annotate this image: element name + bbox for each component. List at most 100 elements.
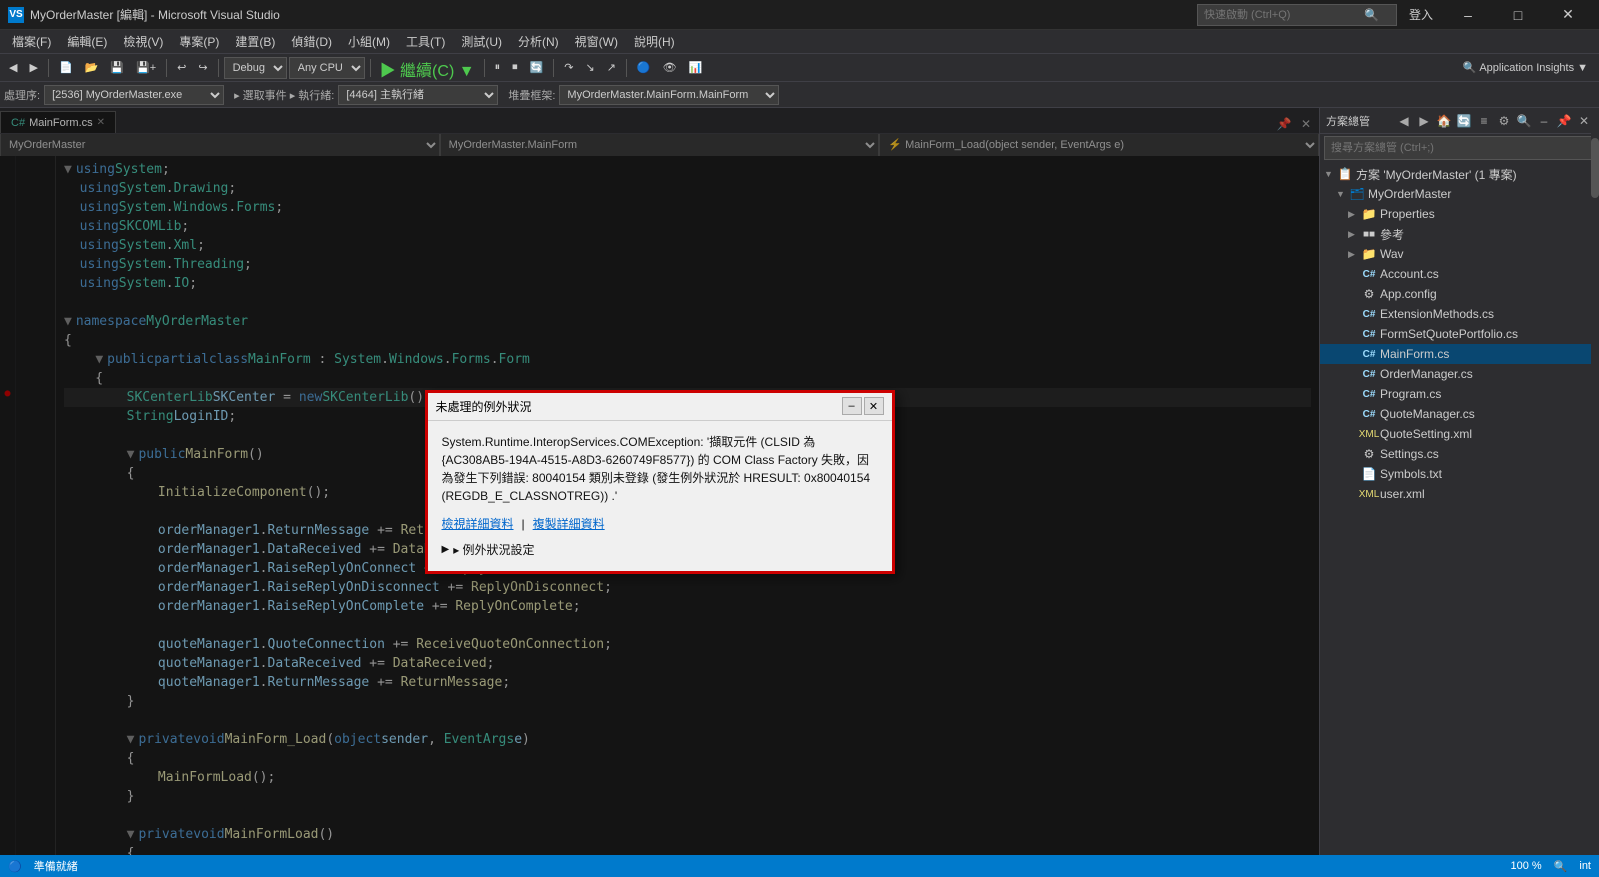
menu-help[interactable]: 說明(H)	[626, 30, 683, 54]
tree-app-config[interactable]: ⚙ App.config	[1320, 284, 1599, 304]
tree-properties[interactable]: ▶ 📁 Properties	[1320, 204, 1599, 224]
tree-quote-setting-xml[interactable]: XML QuoteSetting.xml	[1320, 424, 1599, 444]
form-label: FormSetQuotePortfolio.cs	[1380, 327, 1518, 341]
exception-dialog: 未處理的例外狀況 – ✕ System.Runtime.InteropServi…	[425, 390, 895, 574]
thread-dropdown[interactable]: [4464] 主執行緒	[338, 85, 498, 105]
continue-button[interactable]: ▶ 繼續(C) ▼	[376, 57, 479, 79]
new-button[interactable]: 📄	[54, 57, 78, 79]
close-button[interactable]: ✕	[1545, 0, 1591, 30]
save-button[interactable]: 💾	[105, 57, 129, 79]
wav-label: Wav	[1380, 247, 1404, 261]
tree-references[interactable]: ▶ ■■ 參考	[1320, 224, 1599, 244]
quote-cs-icon: C#	[1361, 406, 1377, 422]
restart-button[interactable]: 🔄	[525, 57, 549, 79]
step-into-button[interactable]: ↘	[580, 57, 599, 79]
symbols-spacer	[1348, 469, 1358, 479]
panel-refresh-button[interactable]: 🔄	[1455, 112, 1473, 130]
tree-program-cs[interactable]: C# Program.cs	[1320, 384, 1599, 404]
tree-account-cs[interactable]: C# Account.cs	[1320, 264, 1599, 284]
login-label[interactable]: 登入	[1409, 6, 1433, 23]
exception-minimize-button[interactable]: –	[842, 397, 862, 415]
xml-icon: XML	[1361, 426, 1377, 442]
back-button[interactable]: ◀	[4, 57, 22, 79]
frame-dropdown[interactable]: MyOrderMaster.MainForm.MainForm	[559, 85, 779, 105]
solution-root-item[interactable]: ▼ 📋 方案 'MyOrderMaster' (1 專案)	[1320, 164, 1599, 184]
tree-quote-manager[interactable]: C# QuoteManager.cs	[1320, 404, 1599, 424]
solution-label: 方案 'MyOrderMaster' (1 專案)	[1356, 166, 1517, 183]
quick-launch-search[interactable]: 🔍	[1197, 4, 1397, 26]
undo-button[interactable]: ↩	[172, 57, 191, 79]
panel-home-button[interactable]: 🏠	[1435, 112, 1453, 130]
settings-label: Settings.cs	[1380, 447, 1439, 461]
tree-extension-methods[interactable]: C# ExtensionMethods.cs	[1320, 304, 1599, 324]
panel-min-button[interactable]: –	[1535, 112, 1553, 130]
panel-collapse-button[interactable]: ≡	[1475, 112, 1493, 130]
save-all-button[interactable]: 💾+	[131, 57, 161, 79]
exception-title-text: 未處理的例外狀況	[436, 398, 532, 415]
menu-edit[interactable]: 編輯(E)	[59, 30, 115, 54]
txt-icon: 📄	[1361, 466, 1377, 482]
order-spacer	[1348, 369, 1358, 379]
exception-settings-toggle[interactable]: ▶ ▸ 例外狀況設定	[442, 541, 878, 559]
debug-mode-dropdown[interactable]: Debug	[224, 57, 287, 79]
sep2	[166, 59, 167, 77]
open-button[interactable]: 📂	[80, 57, 104, 79]
ext-cs-icon: C#	[1361, 306, 1377, 322]
redo-button[interactable]: ↪	[193, 57, 212, 79]
maximize-button[interactable]: □	[1495, 0, 1541, 30]
solution-scrollbar[interactable]	[1591, 108, 1599, 855]
process-dropdown[interactable]: [2536] MyOrderMaster.exe	[44, 85, 224, 105]
vs-icon: VS	[8, 7, 24, 23]
menu-window[interactable]: 視窗(W)	[567, 30, 626, 54]
sep1	[48, 59, 49, 77]
copy-details-link[interactable]: 複製詳細資料	[533, 515, 605, 533]
step-over-button[interactable]: ↷	[559, 57, 578, 79]
menu-bar: 檔案(F) 編輯(E) 檢視(V) 專案(P) 建置(B) 偵錯(D) 小組(M…	[0, 30, 1599, 54]
forward-button[interactable]: ▶	[24, 57, 42, 79]
watch-button[interactable]: 👁	[658, 57, 682, 79]
tree-settings-cs[interactable]: ⚙ Settings.cs	[1320, 444, 1599, 464]
panel-search-scope-button[interactable]: 🔍	[1515, 112, 1533, 130]
project-icon: 🗂	[1349, 186, 1365, 202]
pause-button[interactable]: ⏸	[490, 57, 506, 79]
link-separator: |	[522, 515, 525, 533]
tree-mainform-cs[interactable]: C# MainForm.cs	[1320, 344, 1599, 364]
panel-back-button[interactable]: ◀	[1395, 112, 1413, 130]
tree-order-manager[interactable]: C# OrderManager.cs	[1320, 364, 1599, 384]
menu-debug[interactable]: 偵錯(D)	[283, 30, 340, 54]
app-insights-button[interactable]: 🔍 Application Insights ▼	[1456, 58, 1595, 77]
menu-build[interactable]: 建置(B)	[227, 30, 283, 54]
tree-symbols-txt[interactable]: 📄 Symbols.txt	[1320, 464, 1599, 484]
breakpoints-button[interactable]: 🔵	[632, 57, 656, 79]
minimize-button[interactable]: –	[1445, 0, 1491, 30]
project-item[interactable]: ▼ 🗂 MyOrderMaster	[1320, 184, 1599, 204]
view-details-link[interactable]: 檢視詳細資料	[442, 515, 514, 533]
platform-dropdown[interactable]: Any CPU	[289, 57, 365, 79]
tree-form-set-quote[interactable]: C# FormSetQuotePortfolio.cs	[1320, 324, 1599, 344]
solution-search-input[interactable]	[1324, 136, 1595, 160]
menu-file[interactable]: 檔案(F)	[4, 30, 59, 54]
tree-wav[interactable]: ▶ 📁 Wav	[1320, 244, 1599, 264]
menu-view[interactable]: 檢視(V)	[115, 30, 171, 54]
menu-test[interactable]: 測試(U)	[453, 30, 510, 54]
menu-analyze[interactable]: 分析(N)	[510, 30, 567, 54]
form-cs-icon: C#	[1361, 326, 1377, 342]
menu-tools[interactable]: 工具(T)	[398, 30, 453, 54]
step-out-button[interactable]: ↗	[602, 57, 621, 79]
tree-user-xml[interactable]: XML user.xml	[1320, 484, 1599, 504]
quote-label: QuoteManager.cs	[1380, 407, 1475, 421]
config-label: App.config	[1380, 287, 1437, 301]
panel-settings-button[interactable]: ⚙	[1495, 112, 1513, 130]
menu-team[interactable]: 小組(M)	[340, 30, 398, 54]
diagnostic-button[interactable]: 📊	[684, 57, 708, 79]
frame-label: 堆疊框架:	[508, 87, 555, 103]
user-xml-icon: XML	[1361, 486, 1377, 502]
exception-close-button[interactable]: ✕	[864, 397, 884, 415]
menu-project[interactable]: 專案(P)	[171, 30, 227, 54]
panel-forward-button[interactable]: ▶	[1415, 112, 1433, 130]
panel-pin-button[interactable]: 📌	[1555, 112, 1573, 130]
prog-cs-icon: C#	[1361, 386, 1377, 402]
references-icon: ■■	[1361, 226, 1377, 242]
quick-launch-input[interactable]	[1204, 9, 1364, 21]
stop-button[interactable]: ⏹	[507, 57, 523, 79]
